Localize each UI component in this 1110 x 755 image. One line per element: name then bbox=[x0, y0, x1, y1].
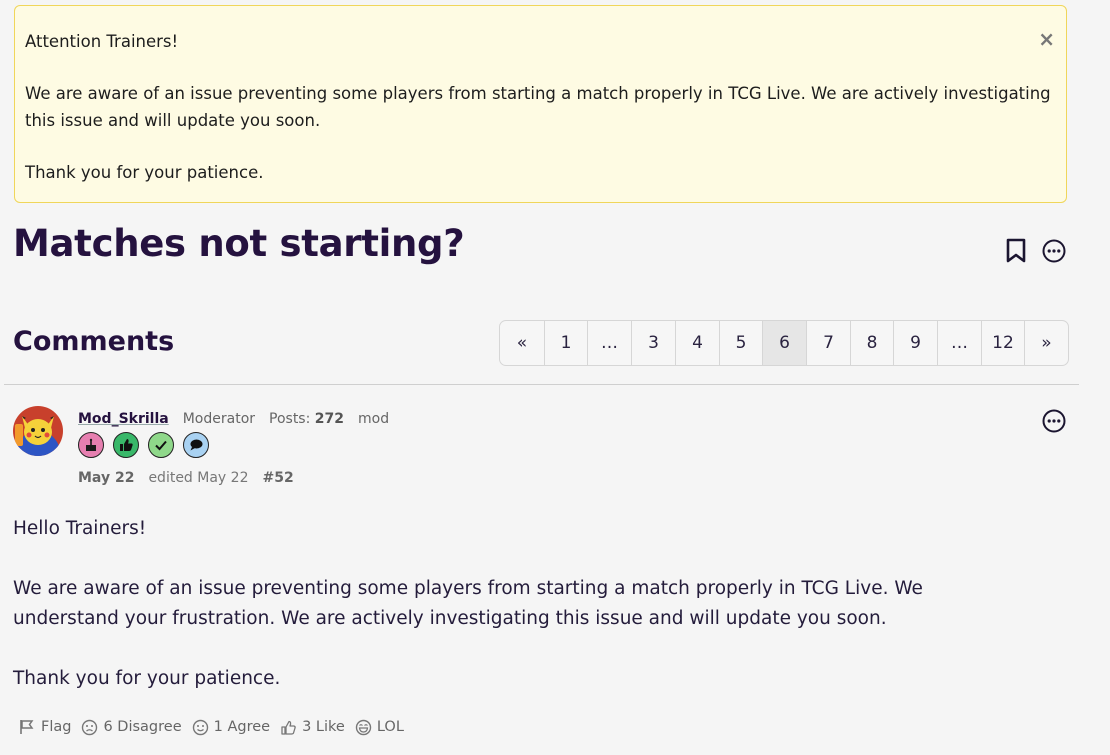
reaction-bar: Flag 6 Disagree 1 Agree 3 Like LOL bbox=[18, 718, 404, 736]
pager-page-9[interactable]: 9 bbox=[893, 321, 937, 365]
posts-count: 272 bbox=[314, 411, 345, 427]
pager-page-5[interactable]: 5 bbox=[719, 321, 762, 365]
comment-meta: May 22 edited May 22 #52 bbox=[78, 470, 294, 486]
pager-page-4[interactable]: 4 bbox=[675, 321, 719, 365]
comment-author-line: Mod_Skrilla Moderator Posts: 272 mod bbox=[78, 411, 389, 427]
pager-page-7[interactable]: 7 bbox=[806, 321, 850, 365]
announcement-banner: Attention Trainers! We are aware of an i… bbox=[14, 5, 1067, 203]
agree-reaction[interactable]: 1 Agree bbox=[192, 719, 270, 736]
pager-ellipsis: … bbox=[937, 321, 981, 365]
comment-greeting: Hello Trainers! bbox=[13, 518, 147, 539]
flag-reaction[interactable]: Flag bbox=[18, 718, 71, 736]
comment-edited: edited May 22 bbox=[148, 470, 249, 486]
banner-closing: Thank you for your patience. bbox=[25, 163, 264, 182]
divider bbox=[4, 384, 1079, 385]
pager-next[interactable]: » bbox=[1024, 321, 1068, 365]
disagree-label: 6 Disagree bbox=[103, 719, 182, 735]
check-badge-icon[interactable] bbox=[148, 432, 174, 458]
author-name[interactable]: Mod_Skrilla bbox=[78, 411, 169, 427]
pager-page-12[interactable]: 12 bbox=[981, 321, 1024, 365]
like-reaction[interactable]: 3 Like bbox=[280, 719, 345, 736]
comment-badge-icon[interactable] bbox=[183, 432, 209, 458]
more-options-icon[interactable] bbox=[1042, 239, 1066, 263]
banner-message: We are aware of an issue preventing some… bbox=[25, 84, 1051, 130]
author-rank: mod bbox=[358, 411, 390, 427]
lol-label: LOL bbox=[376, 719, 404, 735]
comment-date[interactable]: May 22 bbox=[78, 470, 134, 486]
pager-prev[interactable]: « bbox=[500, 321, 544, 365]
agree-label: 1 Agree bbox=[213, 719, 271, 735]
like-label: 3 Like bbox=[302, 719, 345, 735]
comment-closing: Thank you for your patience. bbox=[13, 668, 281, 689]
flag-label: Flag bbox=[41, 719, 72, 735]
comment-options-icon[interactable] bbox=[1042, 409, 1066, 433]
pager-ellipsis: … bbox=[587, 321, 631, 365]
pager-page-3[interactable]: 3 bbox=[631, 321, 675, 365]
close-icon[interactable]: × bbox=[1038, 26, 1055, 52]
bookmark-icon[interactable] bbox=[1005, 238, 1027, 264]
posts-label: Posts: bbox=[269, 411, 311, 427]
banner-heading: Attention Trainers! bbox=[25, 32, 179, 51]
cake-badge-icon[interactable] bbox=[78, 432, 104, 458]
thumbs-up-badge-icon[interactable] bbox=[113, 432, 139, 458]
comment-paragraph: We are aware of an issue preventing some… bbox=[13, 578, 923, 629]
thumbs-up-icon bbox=[281, 720, 296, 735]
comment-number[interactable]: #52 bbox=[262, 470, 293, 486]
disagree-reaction[interactable]: 6 Disagree bbox=[81, 719, 182, 736]
smile-icon bbox=[192, 719, 208, 735]
frown-icon bbox=[82, 719, 98, 735]
author-role: Moderator bbox=[182, 411, 256, 427]
pagination: « 1 … 3 4 5 6 7 8 9 … 12 » bbox=[499, 320, 1069, 366]
pager-page-6-current[interactable]: 6 bbox=[762, 321, 806, 365]
pager-page-8[interactable]: 8 bbox=[850, 321, 893, 365]
flag-icon bbox=[20, 720, 34, 734]
comment-body: Hello Trainers! We are aware of an issue… bbox=[13, 514, 1013, 724]
author-posts: Posts: 272 bbox=[269, 411, 344, 427]
page-title: Matches not starting? bbox=[13, 222, 465, 265]
comments-heading: Comments bbox=[13, 326, 175, 357]
avatar[interactable] bbox=[13, 406, 63, 456]
laugh-icon bbox=[355, 719, 372, 735]
pager-page-1[interactable]: 1 bbox=[544, 321, 587, 365]
author-badges bbox=[78, 432, 209, 458]
lol-reaction[interactable]: LOL bbox=[355, 719, 404, 736]
